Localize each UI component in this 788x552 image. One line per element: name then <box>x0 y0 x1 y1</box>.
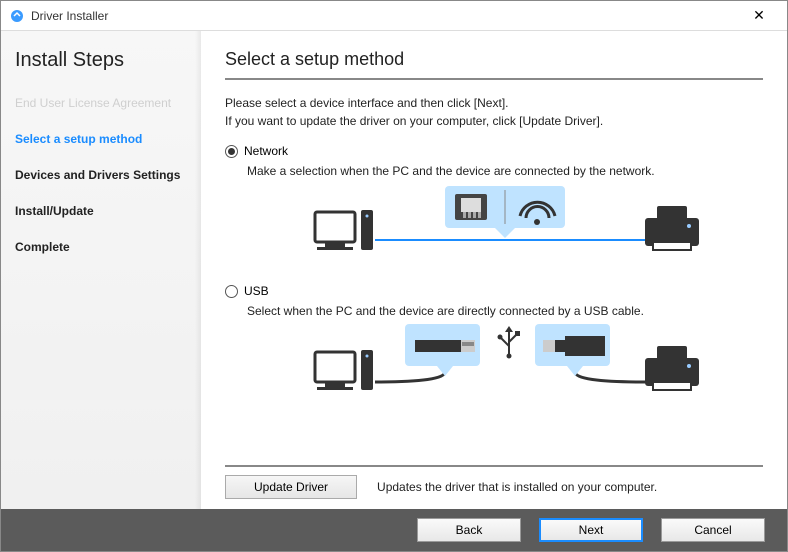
back-button[interactable]: Back <box>417 518 521 542</box>
step-complete: Complete <box>15 240 187 254</box>
page-title: Select a setup method <box>225 49 763 70</box>
intro-line-2: If you want to update the driver on your… <box>225 112 763 130</box>
radio-usb[interactable]: USB <box>225 284 763 298</box>
step-devices-drivers: Devices and Drivers Settings <box>15 168 187 182</box>
radio-usb-indicator <box>225 285 238 298</box>
network-illustration <box>247 182 763 272</box>
radio-network-label: Network <box>244 144 288 158</box>
title-rule <box>225 78 763 80</box>
titlebar: Driver Installer ✕ <box>1 1 787 31</box>
update-driver-row: Update Driver Updates the driver that is… <box>225 465 763 499</box>
main-panel: Select a setup method Please select a de… <box>201 31 787 509</box>
step-install-update: Install/Update <box>15 204 187 218</box>
next-button[interactable]: Next <box>539 518 643 542</box>
option-network: Network Make a selection when the PC and… <box>225 144 763 276</box>
network-desc: Make a selection when the PC and the dev… <box>247 164 763 178</box>
option-usb: USB Select when the PC and the device ar… <box>225 284 763 416</box>
update-driver-desc: Updates the driver that is installed on … <box>377 480 657 494</box>
app-icon <box>9 8 25 24</box>
close-button[interactable]: ✕ <box>739 7 779 24</box>
sidebar: Install Steps End User License Agreement… <box>1 31 201 509</box>
usb-illustration <box>247 322 763 412</box>
radio-network-indicator <box>225 145 238 158</box>
usb-desc: Select when the PC and the device are di… <box>247 304 763 318</box>
footer: Back Next Cancel <box>1 509 787 551</box>
window-title: Driver Installer <box>31 9 739 23</box>
step-eula: End User License Agreement <box>15 96 187 110</box>
radio-usb-label: USB <box>244 284 269 298</box>
sidebar-heading: Install Steps <box>15 49 187 72</box>
step-setup-method: Select a setup method <box>15 132 187 146</box>
intro-line-1: Please select a device interface and the… <box>225 94 763 112</box>
cancel-button[interactable]: Cancel <box>661 518 765 542</box>
intro-text: Please select a device interface and the… <box>225 94 763 130</box>
update-driver-button[interactable]: Update Driver <box>225 475 357 499</box>
radio-network[interactable]: Network <box>225 144 763 158</box>
